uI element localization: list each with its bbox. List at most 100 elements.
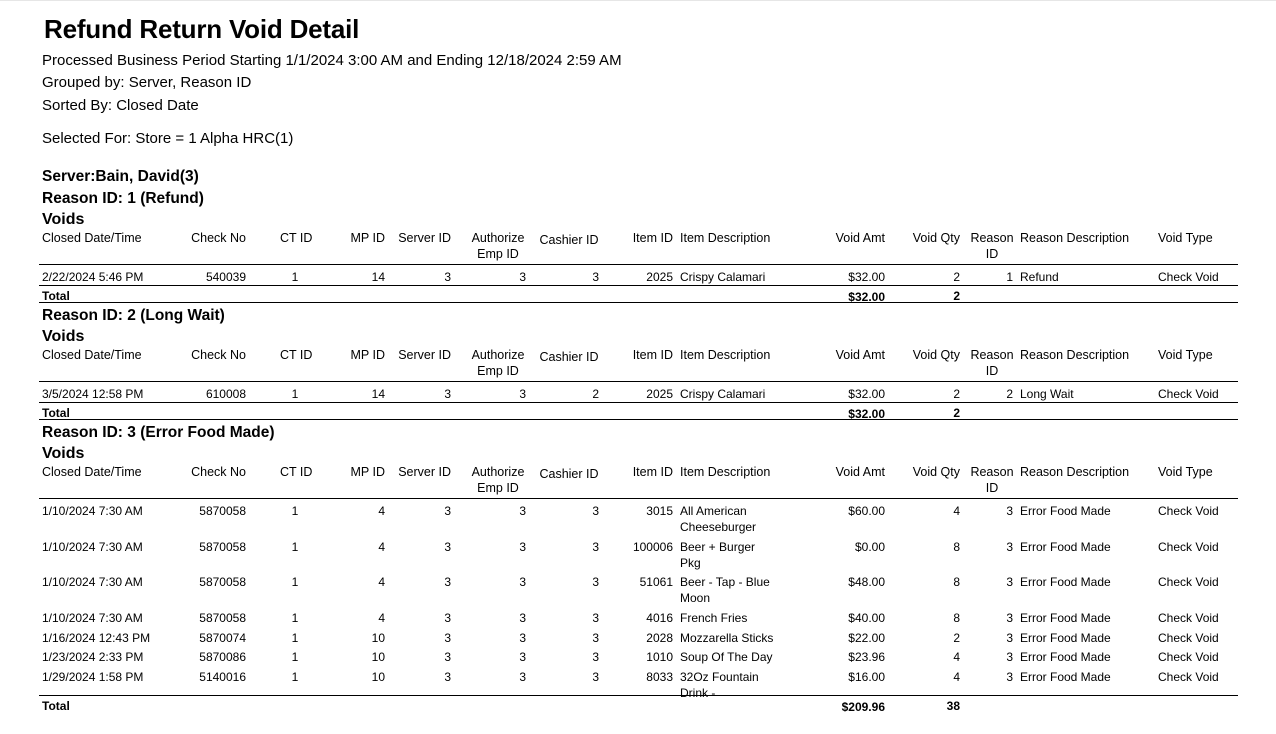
row-cashier-id: 3 (592, 575, 599, 589)
row-void-type: Check Void (1158, 539, 1219, 554)
col-header-emp-id: Emp ID (477, 364, 519, 378)
row-void-qty: 8 (953, 610, 960, 625)
row-void-qty: 2 (953, 270, 960, 284)
row-reason-description: Error Food Made (1020, 539, 1111, 554)
row-server-id: 3 (444, 504, 451, 518)
page-top-border (0, 0, 1276, 1)
row-check-no: 5870086 (199, 650, 246, 664)
row-authorize-emp-id: 3 (519, 610, 526, 625)
col-header-void-amt: Void Amt (835, 465, 885, 479)
report-period: Processed Business Period Starting 1/1/2… (42, 52, 622, 69)
row-ct-id: 1 (291, 650, 299, 664)
server-group-heading: Server:Bain, David(3) (42, 168, 199, 185)
row-ct-id: 1 (291, 387, 299, 401)
row-closed-date: 1/10/2024 7:30 AM (42, 539, 143, 554)
row-reason-id: 3 (1006, 650, 1013, 664)
row-reason-id: 3 (1006, 539, 1013, 554)
col-header-reason: Reason (970, 465, 1014, 479)
row-cashier-id: 3 (592, 539, 599, 554)
row-void-qty: 2 (953, 630, 960, 645)
total-rule (39, 695, 1238, 696)
row-item-id: 4016 (646, 610, 673, 625)
row-void-qty: 8 (953, 539, 960, 554)
col-header-check-no: Check No (191, 465, 246, 479)
row-void-amt: $32.00 (848, 270, 885, 284)
row-ct-id: 1 (291, 539, 299, 554)
row-item-description: Beer + Burger (680, 539, 756, 554)
report-selected-for: Selected For: Store = 1 Alpha HRC(1) (42, 130, 294, 147)
row-void-amt: $32.00 (848, 387, 885, 401)
row-mp-id: 4 (378, 575, 385, 589)
row-item-description: Soup Of The Day (680, 650, 773, 664)
row-authorize-emp-id: 3 (519, 539, 526, 554)
row-server-id: 3 (444, 387, 451, 401)
col-header-server-id: Server ID (398, 348, 451, 362)
row-void-type: Check Void (1158, 650, 1219, 664)
row-mp-id: 4 (378, 504, 385, 518)
col-header-authorize: Authorize (471, 465, 525, 479)
col-header-closed: Closed Date/Time (42, 231, 142, 245)
col-header-reason-id: ID (985, 247, 999, 261)
row-ct-id: 1 (291, 504, 299, 518)
row-authorize-emp-id: 3 (519, 650, 526, 664)
row-check-no: 5870058 (199, 575, 246, 589)
reason-heading: Reason ID: 3 (Error Food Made) (42, 424, 275, 441)
col-header-reason-description: Reason Description (1020, 348, 1130, 362)
row-item-description: Mozzarella Sticks (680, 630, 774, 645)
col-header-closed: Closed Date/Time (42, 465, 142, 479)
col-header-item-description: Item Description (680, 348, 771, 362)
row-check-no: 5140016 (199, 669, 246, 684)
row-cashier-id: 3 (592, 630, 599, 645)
row-void-amt: $22.00 (848, 630, 885, 645)
row-authorize-emp-id: 3 (519, 270, 526, 284)
col-header-void-amt: Void Amt (835, 231, 885, 245)
header-rule (39, 498, 1238, 499)
row-authorize-emp-id: 3 (519, 504, 526, 518)
col-header-void-amt: Void Amt (835, 348, 885, 362)
row-mp-id: 10 (371, 669, 385, 684)
row-reason-description: Refund (1020, 270, 1059, 284)
row-item-id: 2028 (646, 630, 673, 645)
col-header-void-type: Void Type (1158, 348, 1213, 362)
row-item-description: French Fries (680, 610, 748, 625)
row-mp-id: 14 (371, 270, 385, 284)
row-ct-id: 1 (291, 610, 299, 625)
row-closed-date: 1/29/2024 1:58 PM (42, 669, 144, 684)
row-mp-id: 14 (371, 387, 385, 401)
total-void-amt: $209.96 (841, 700, 885, 714)
col-header-item-id: Item ID (632, 465, 673, 479)
row-cashier-id: 2 (592, 387, 599, 401)
row-item-description: All American (680, 504, 747, 518)
col-header-server-id: Server ID (398, 231, 451, 245)
row-void-type: Check Void (1158, 504, 1219, 518)
row-ct-id: 1 (291, 270, 299, 284)
col-header-emp-id: Emp ID (477, 481, 519, 495)
col-header-ct-id: CT ID (280, 348, 313, 362)
total-bottom-rule (39, 302, 1238, 303)
row-server-id: 3 (444, 669, 451, 684)
report-grouped-by: Grouped by: Server, Reason ID (42, 74, 252, 91)
row-cashier-id: 3 (592, 504, 599, 518)
col-header-server-id: Server ID (398, 465, 451, 479)
col-header-ct-id: CT ID (280, 231, 313, 245)
row-item-description: Moon (680, 591, 711, 605)
row-void-type: Check Void (1158, 610, 1219, 625)
col-header-ct-id: CT ID (280, 465, 313, 479)
row-item-description: Crispy Calamari (680, 270, 766, 284)
row-check-no: 540039 (205, 270, 246, 284)
row-check-no: 5870058 (199, 504, 246, 518)
row-void-qty: 4 (953, 504, 960, 518)
row-reason-description: Long Wait (1020, 387, 1074, 401)
row-reason-id: 3 (1006, 575, 1013, 589)
col-header-reason: Reason (970, 231, 1014, 245)
row-void-qty: 4 (953, 650, 960, 664)
row-item-id: 3015 (646, 504, 673, 518)
row-mp-id: 4 (378, 539, 385, 554)
col-header-check-no: Check No (191, 348, 246, 362)
row-void-type: Check Void (1158, 575, 1219, 589)
col-header-void-qty: Void Qty (912, 231, 960, 245)
col-header-mp-id: MP ID (350, 348, 386, 362)
row-reason-description: Error Food Made (1020, 575, 1111, 589)
total-rule (39, 402, 1238, 403)
col-header-cashier-id: Cashier ID (539, 233, 599, 247)
